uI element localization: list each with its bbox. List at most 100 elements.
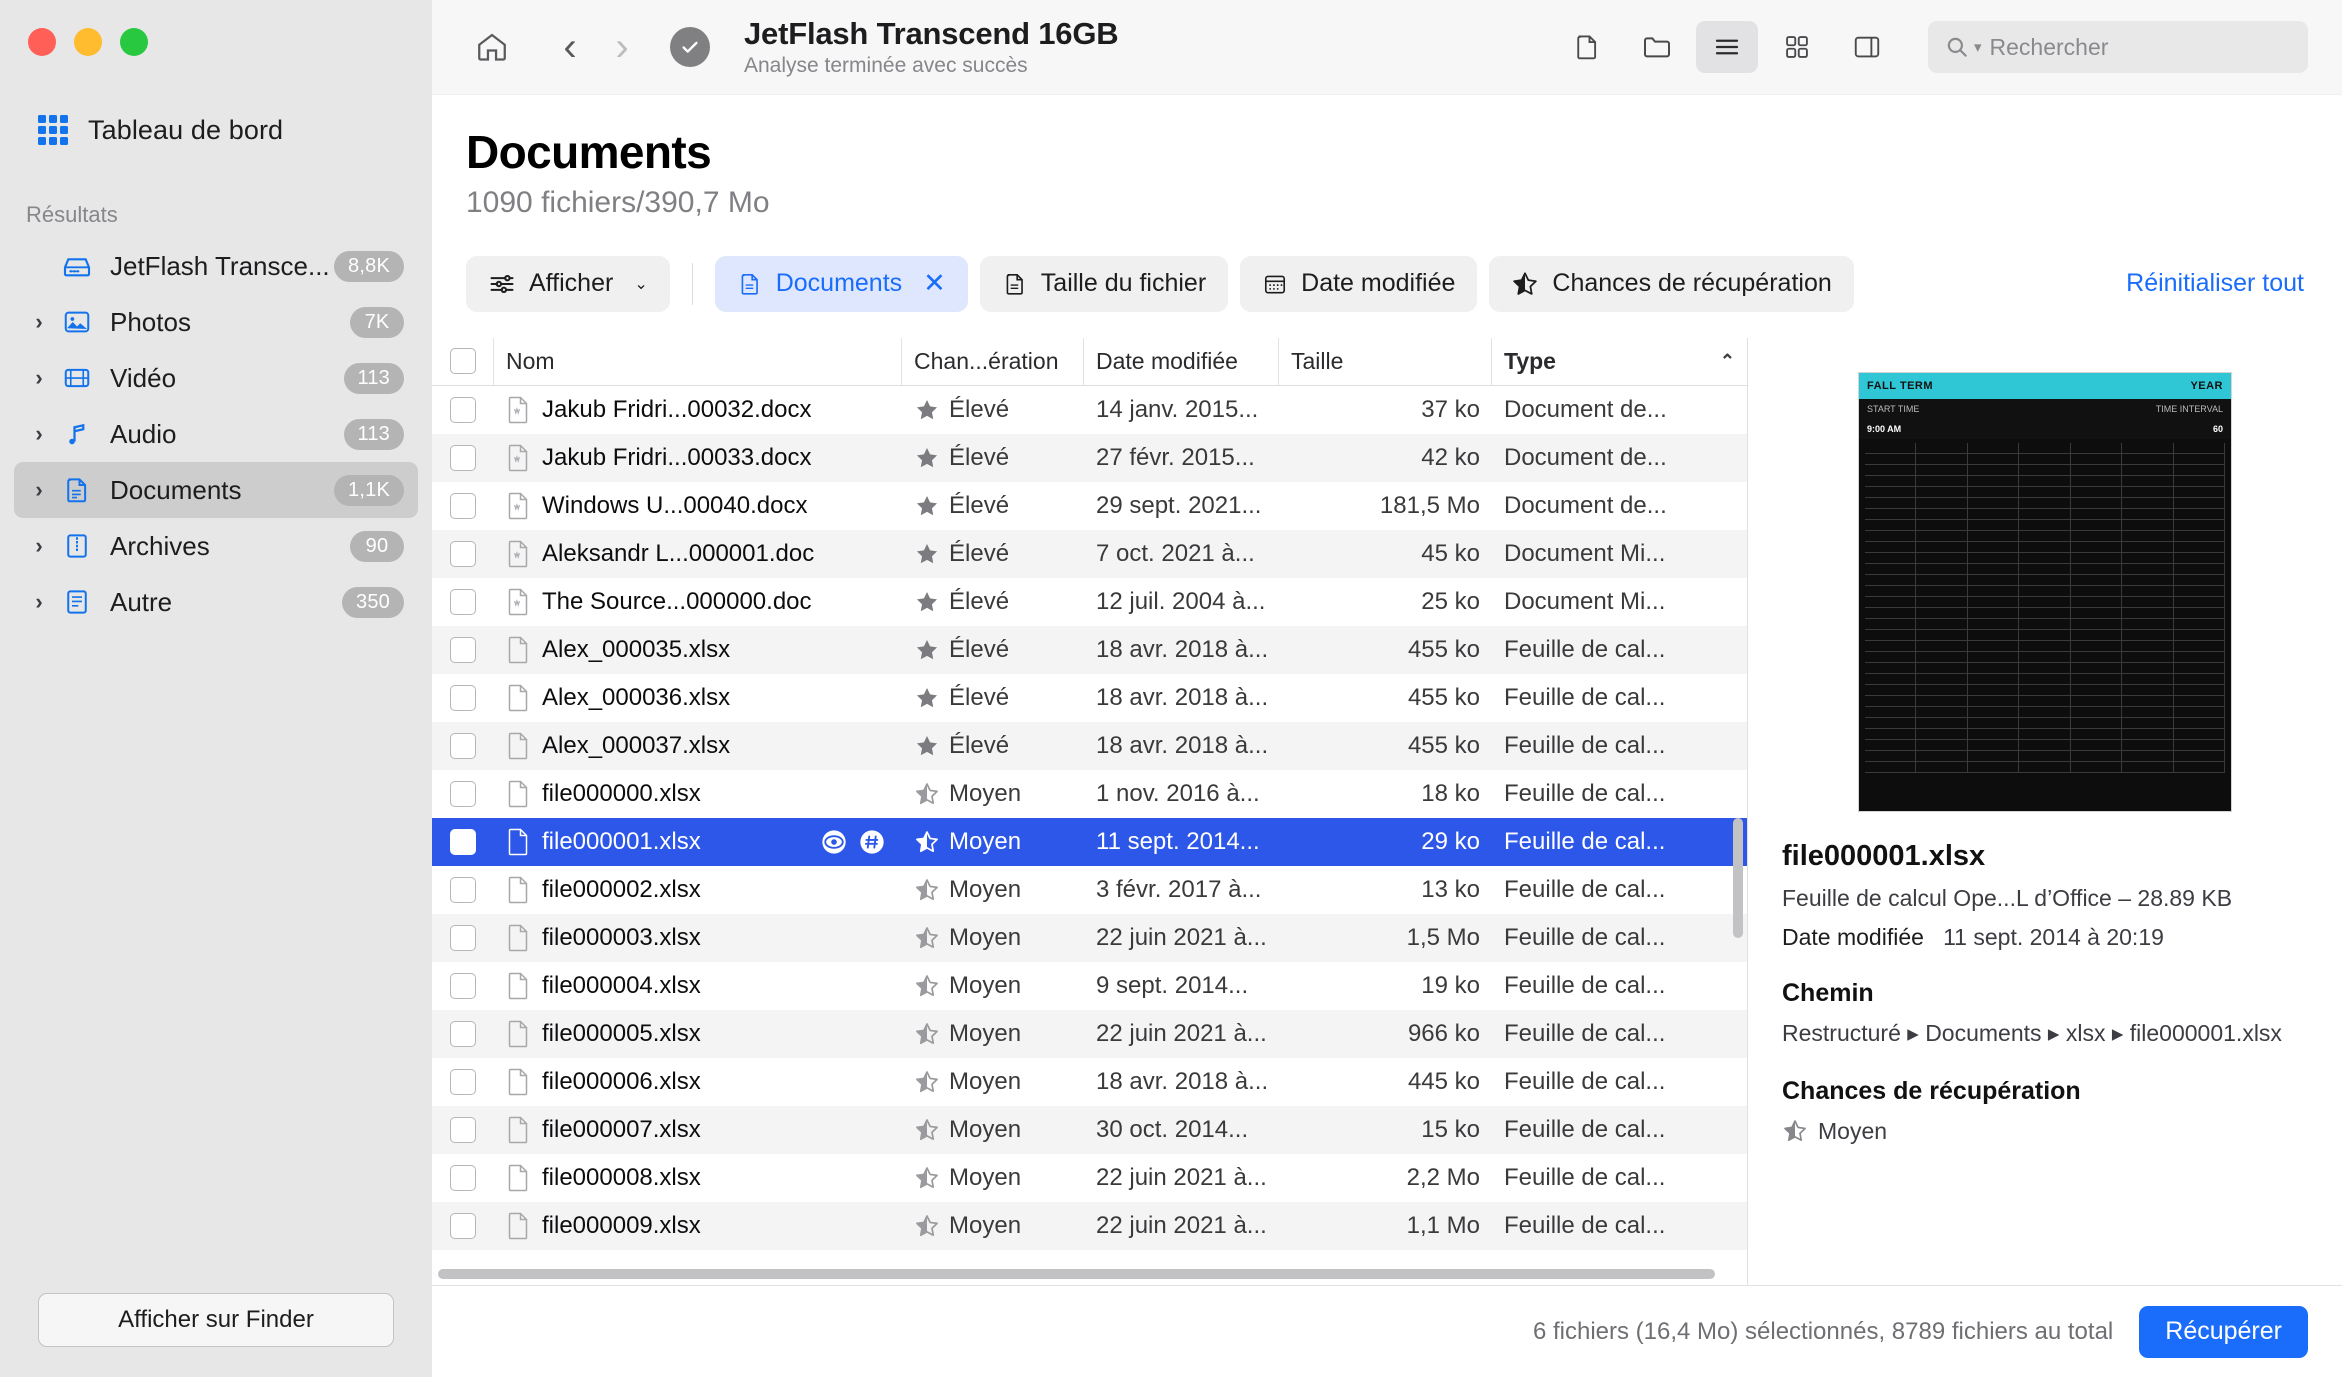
table-row[interactable]: Alex_000037.xlsx Élevé 18 avr. 2018 à... 45… [432, 721, 1747, 770]
row-checkbox[interactable] [450, 780, 476, 807]
table-row[interactable]: file000002.xlsx Moyen 3 févr. 2017 à... 13 … [432, 866, 1747, 914]
row-checkbox[interactable] [450, 1020, 476, 1047]
chevron-right-icon[interactable]: › [24, 477, 54, 503]
table-row[interactable]: Jakub Fridri...00032.docx Élevé 14 janv. 2… [432, 386, 1747, 434]
row-checkbox[interactable] [450, 1212, 476, 1239]
row-checkbox-cell[interactable] [432, 1202, 494, 1250]
folder-view-button[interactable] [1626, 21, 1688, 73]
search-input[interactable]: ▾ Rechercher [1928, 21, 2308, 73]
close-icon[interactable]: ✕ [923, 270, 946, 297]
preview-view-button[interactable] [1556, 21, 1618, 73]
row-checkbox-cell[interactable] [432, 434, 494, 482]
column-header-name[interactable]: Nom [494, 337, 902, 385]
horizontal-scrollbar-thumb[interactable] [438, 1269, 1715, 1279]
zoom-window-button[interactable] [120, 28, 148, 56]
table-row[interactable]: file000007.xlsx Moyen 30 oct. 2014... 15 ko… [432, 1105, 1747, 1154]
row-checkbox[interactable] [450, 828, 476, 855]
row-checkbox-cell[interactable] [432, 578, 494, 626]
sidebar-toggle-button[interactable] [1836, 21, 1898, 73]
row-checkbox[interactable] [450, 444, 476, 471]
table-row[interactable]: Windows U...00040.docx Élevé 29 sept. 2021… [432, 482, 1747, 530]
row-checkbox[interactable] [450, 588, 476, 615]
table-row[interactable]: file000001.xlsx Moyen 11 sept. 2014... 29 k… [432, 817, 1747, 866]
row-checkbox-cell[interactable] [432, 626, 494, 674]
row-checkbox[interactable] [450, 492, 476, 519]
select-all-header[interactable] [432, 337, 494, 385]
row-checkbox-cell[interactable] [432, 770, 494, 818]
sidebar-item-archives[interactable]: › Archives 90 [14, 518, 418, 574]
row-checkbox[interactable] [450, 1164, 476, 1191]
display-options-button[interactable]: Afficher ⌄ [466, 255, 670, 312]
forward-button[interactable]: › [596, 21, 648, 73]
column-header-date[interactable]: Date modifiée [1084, 337, 1279, 385]
row-checkbox-cell[interactable] [432, 386, 494, 434]
table-row[interactable]: file000005.xlsx Moyen 22 juin 2021 à... 966… [432, 1009, 1747, 1058]
list-view-button[interactable] [1696, 21, 1758, 73]
back-button[interactable]: ‹ [544, 21, 596, 73]
row-checkbox[interactable] [450, 924, 476, 951]
sidebar-item-autre[interactable]: › Autre 350 [14, 574, 418, 630]
close-window-button[interactable] [28, 28, 56, 56]
recover-button[interactable]: Récupérer [2139, 1305, 2308, 1358]
row-checkbox[interactable] [450, 876, 476, 903]
reset-all-button[interactable]: Réinitialiser tout [2126, 269, 2308, 298]
table-row[interactable]: Alex_000036.xlsx Élevé 18 avr. 2018 à... 45… [432, 674, 1747, 722]
vertical-scrollbar[interactable] [1733, 817, 1743, 938]
file-thumbnail[interactable]: FALL TERM YEAR START TIME TIME INTERVAL … [1858, 371, 2232, 812]
row-checkbox-cell[interactable] [432, 674, 494, 722]
column-header-chance[interactable]: Chan...ération [902, 337, 1084, 385]
row-checkbox[interactable] [450, 684, 476, 711]
table-row[interactable]: file000003.xlsx Moyen 22 juin 2021 à... 1,5… [432, 913, 1747, 962]
table-row[interactable]: Jakub Fridri...00033.docx Élevé 27 févr. 2… [432, 433, 1747, 482]
chevron-right-icon[interactable]: › [24, 421, 54, 447]
filter-chip-date-modified[interactable]: Date modifiée [1240, 255, 1478, 312]
row-checkbox[interactable] [450, 972, 476, 999]
horizontal-scrollbar[interactable] [432, 1263, 1747, 1285]
row-checkbox-cell[interactable] [432, 866, 494, 914]
row-checkbox[interactable] [450, 636, 476, 663]
column-header-type[interactable]: Type ⌃ [1492, 338, 1747, 385]
chevron-right-icon[interactable]: › [24, 589, 54, 615]
sidebar-item-video[interactable]: › Vidéo 113 [14, 350, 418, 406]
row-checkbox[interactable] [450, 1116, 476, 1143]
home-icon[interactable] [466, 21, 518, 73]
sidebar-item-jetflash[interactable]: › JetFlash Transce... 8,8K [14, 238, 418, 294]
eye-icon[interactable] [820, 828, 848, 856]
show-in-finder-button[interactable]: Afficher sur Finder [38, 1293, 394, 1347]
row-checkbox-cell[interactable] [432, 482, 494, 530]
row-checkbox-cell[interactable] [432, 962, 494, 1010]
sidebar-item-documents[interactable]: › Documents 1,1K [14, 462, 418, 518]
row-checkbox[interactable] [450, 1068, 476, 1095]
row-checkbox-cell[interactable] [432, 530, 494, 578]
hash-icon[interactable] [858, 828, 886, 856]
row-checkbox-cell[interactable] [432, 1106, 494, 1154]
row-checkbox-cell[interactable] [432, 1058, 494, 1106]
select-all-checkbox[interactable] [449, 348, 476, 375]
table-row[interactable]: file000008.xlsx Moyen 22 juin 2021 à... 2,2… [432, 1154, 1747, 1202]
filter-chip-file-size[interactable]: Taille du fichier [979, 255, 1229, 312]
row-checkbox-cell[interactable] [432, 722, 494, 770]
table-row[interactable]: The Source...000000.doc Élevé 12 juil. 200… [432, 578, 1747, 626]
minimize-window-button[interactable] [74, 28, 102, 56]
row-checkbox[interactable] [450, 540, 476, 567]
table-row[interactable]: file000004.xlsx Moyen 9 sept. 2014... 19 ko… [432, 962, 1747, 1010]
chevron-right-icon[interactable]: › [24, 365, 54, 391]
sidebar-item-dashboard[interactable]: Tableau de bord [0, 104, 432, 156]
table-row[interactable]: Alex_000035.xlsx Élevé 18 avr. 2018 à... 45… [432, 625, 1747, 674]
row-checkbox-cell[interactable] [432, 1154, 494, 1202]
column-header-size[interactable]: Taille [1279, 337, 1492, 385]
table-row[interactable]: Aleksandr L...000001.doc Élevé 7 oct. 2021… [432, 529, 1747, 578]
filter-chip-documents[interactable]: Documents ✕ [714, 255, 968, 312]
grid-view-button[interactable] [1766, 21, 1828, 73]
table-row[interactable]: file000009.xlsx Moyen 22 juin 2021 à... 1,1… [432, 1201, 1747, 1250]
filter-chip-recovery-chance[interactable]: Chances de récupération [1489, 255, 1854, 312]
row-checkbox-cell[interactable] [432, 818, 494, 866]
table-row[interactable]: file000006.xlsx Moyen 18 avr. 2018 à... 445… [432, 1058, 1747, 1106]
chevron-right-icon[interactable]: › [24, 309, 54, 335]
table-row[interactable]: file000000.xlsx Moyen 1 nov. 2016 à... 18 k… [432, 770, 1747, 818]
row-checkbox-cell[interactable] [432, 1010, 494, 1058]
sidebar-item-photos[interactable]: › Photos 7K [14, 294, 418, 350]
sidebar-item-audio[interactable]: › Audio 113 [14, 406, 418, 462]
row-checkbox-cell[interactable] [432, 914, 494, 962]
row-checkbox[interactable] [450, 396, 476, 423]
